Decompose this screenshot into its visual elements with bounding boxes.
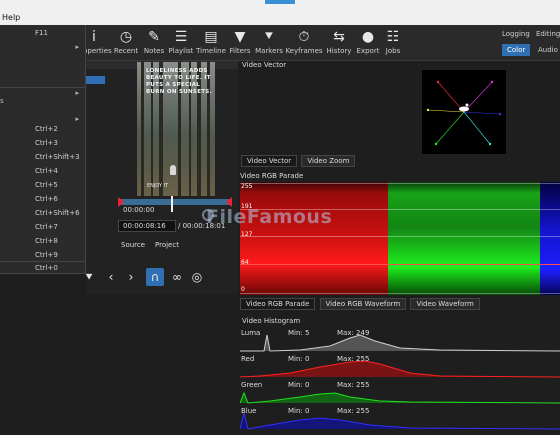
parade-red-channel xyxy=(240,182,390,295)
submenu-arrow-icon: ▸ xyxy=(75,89,79,97)
watermark: FileFamous xyxy=(206,206,333,228)
menu-item-layout-shift-3[interactable]: Ctrl+Shift+3 xyxy=(0,151,86,164)
video-overlay-signature: ENJOY IT xyxy=(147,183,169,189)
parade-tabs: Video RGB Parade Video RGB Waveform Vide… xyxy=(240,298,482,310)
keyframes-button[interactable]: ⏱ Keyframes xyxy=(284,27,324,59)
tab-rgb-waveform[interactable]: Video RGB Waveform xyxy=(319,298,407,310)
menu-item-layout-4[interactable]: Ctrl+4 xyxy=(0,165,86,178)
parade-level-64: 64 xyxy=(241,259,249,266)
ruler-timecode: 00:00:00 xyxy=(123,206,155,214)
menu-item-layout-5[interactable]: Ctrl+5 xyxy=(0,179,86,192)
video-overlay-text: LONELINESS ADDS BEAUTY TO LIFE. IT PUTS … xyxy=(146,68,212,95)
tab-video-waveform[interactable]: Video Waveform xyxy=(410,298,480,310)
playlist-selection[interactable] xyxy=(86,76,105,84)
person-figure xyxy=(170,165,176,175)
parade-level-127: 127 xyxy=(241,231,253,238)
stopwatch-icon: ⏱ xyxy=(298,29,310,45)
title-menu-bar: Help xyxy=(0,0,560,25)
menu-item-layout-shift-6[interactable]: Ctrl+Shift+6 xyxy=(0,207,86,220)
menu-item-layout-2[interactable]: Ctrl+2 xyxy=(0,123,86,136)
parade-title: Video RGB Parade xyxy=(240,172,304,180)
project-tab[interactable]: Project xyxy=(155,241,179,249)
previous-icon[interactable]: ‹ xyxy=(102,268,120,286)
submenu-arrow-icon: ▸ xyxy=(75,115,79,123)
help-menu[interactable]: Help xyxy=(2,13,20,22)
histogram-red: Red Min: 0 Max: 255 xyxy=(240,353,560,379)
histogram-luma: Luma Min: 5 Max: 249 xyxy=(240,327,560,353)
menu-item-fullscreen[interactable]: F11 xyxy=(0,27,86,40)
histogram-blue: Blue Min: 0 Max: 255 xyxy=(240,405,560,431)
current-timecode-field[interactable]: 00:00:08:16 xyxy=(118,220,176,232)
source-tab[interactable]: Source xyxy=(121,241,145,249)
menu-item-layout-3[interactable]: Ctrl+3 xyxy=(0,137,86,150)
scrub-audio-icon[interactable]: ∞ xyxy=(168,268,186,286)
parade-level-0: 0 xyxy=(241,286,245,293)
window-accent xyxy=(265,0,295,4)
next-icon[interactable]: › xyxy=(122,268,140,286)
menu-item-layout-0[interactable]: Ctrl+0 xyxy=(0,262,86,274)
view-menu-dropdown: F11 ▸ ▸ s ▸ Ctrl+2 Ctrl+3 Ctrl+Shift+3 C… xyxy=(0,25,86,262)
jobs-icon: ☷ xyxy=(386,29,400,45)
ripple-target-icon[interactable]: ◎ xyxy=(188,268,206,286)
submenu-arrow-icon: ▸ xyxy=(75,43,79,51)
tab-video-vector[interactable]: Video Vector xyxy=(241,155,298,167)
video-vector-title: Video Vector xyxy=(242,61,287,69)
playhead[interactable] xyxy=(171,196,173,212)
histogram-green: Green Min: 0 Max: 255 xyxy=(240,379,560,405)
video-preview[interactable]: LONELINESS ADDS BEAUTY TO LIFE. IT PUTS … xyxy=(137,62,215,196)
timeline-ruler[interactable] xyxy=(118,199,232,205)
marker-icon: ⯆ xyxy=(263,29,275,45)
jobs-button[interactable]: ☷ Jobs xyxy=(373,27,413,59)
layout-audio-tab[interactable]: Audio xyxy=(538,46,558,54)
parade-blue-channel xyxy=(540,182,560,295)
tab-rgb-parade[interactable]: Video RGB Parade xyxy=(240,298,316,310)
markers-button[interactable]: ⯆ Markers xyxy=(249,27,289,59)
histogram-title: Video Histogram xyxy=(242,317,301,325)
layout-logging-tab[interactable]: Logging xyxy=(502,30,530,38)
menu-item-clipped: s xyxy=(0,97,4,105)
vector-tabs: Video Vector Video Zoom xyxy=(241,155,357,167)
menu-item-layout-8[interactable]: Ctrl+8 xyxy=(0,235,86,248)
parade-level-255: 255 xyxy=(241,183,253,190)
menu-item-layout-7[interactable]: Ctrl+7 xyxy=(0,221,86,234)
parade-green-channel xyxy=(388,182,540,295)
layout-color-tab[interactable]: Color xyxy=(502,44,531,56)
menu-item-layout-6[interactable]: Ctrl+6 xyxy=(0,193,86,206)
rgb-parade-scope: 255 191 127 64 0 xyxy=(240,182,560,295)
tab-video-zoom[interactable]: Video Zoom xyxy=(301,155,356,167)
snap-magnet-icon[interactable]: ∩ xyxy=(146,268,164,286)
layout-editing-tab[interactable]: Editing xyxy=(536,30,560,38)
vectorscope xyxy=(422,70,506,154)
app-window: Help i Properties ◷ Recent ✎ Notes ☰ Pla… xyxy=(0,0,560,435)
